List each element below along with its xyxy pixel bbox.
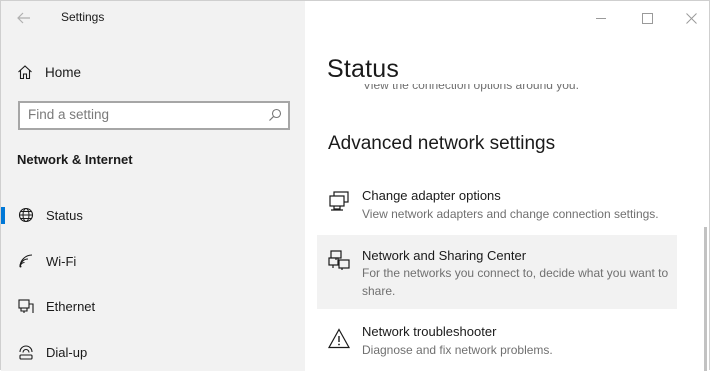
ethernet-icon [18,299,34,313]
back-button[interactable] [11,5,37,31]
change-adapter-options-link[interactable]: Change adapter options View network adap… [317,179,677,229]
back-arrow-icon [17,12,30,24]
globe-icon [18,207,34,223]
sidebar-item-label: Dial-up [46,345,88,360]
item-title: Network troubleshooter [362,324,497,339]
settings-window: Settings Home Network & Internet Status … [0,0,710,371]
maximize-button[interactable] [627,5,667,31]
search-box[interactable] [18,101,290,130]
main-panel: Status View the connection options aroun… [305,1,709,371]
sidebar-item-label: Ethernet [46,299,96,314]
sidebar-item-label: Status [46,208,83,223]
search-icon[interactable] [268,108,282,122]
partially-hidden-text-content: View the connection options around you. [363,84,579,92]
home-link[interactable]: Home [17,59,81,85]
close-button[interactable] [671,5,709,31]
home-icon [18,65,32,80]
adapter-icon [329,191,349,211]
scrollbar[interactable] [704,227,707,371]
sidebar-item-ethernet[interactable]: Ethernet [1,288,305,324]
sidebar-item-dial-up[interactable]: Dial-up [1,334,305,370]
item-description: Diagnose and fix network problems. [362,343,553,357]
minimize-icon [596,18,606,19]
home-label: Home [45,64,82,80]
maximize-icon [641,12,653,24]
sidebar-item-status[interactable]: Status [1,197,305,233]
partially-hidden-text: View the connection options around you. [363,84,579,93]
section-title: Network & Internet [17,152,133,167]
page-title: Status [327,55,400,83]
item-description: View network adapters and change connect… [362,207,659,221]
search-input[interactable] [28,107,258,122]
wifi-icon [19,254,33,268]
sidebar-item-label: Wi-Fi [46,254,77,269]
minimize-button[interactable] [581,5,621,31]
selected-indicator [1,207,5,224]
warning-icon [327,328,351,349]
sidebar: Settings Home Network & Internet Status … [1,1,305,371]
item-title: Change adapter options [362,188,501,203]
network-troubleshooter-link[interactable]: Network troubleshooter Diagnose and fix … [317,315,677,365]
window-title: Settings [61,10,105,24]
dial-up-icon [19,345,33,360]
item-description: For the networks you connect to, decide … [362,266,669,298]
advanced-settings-heading: Advanced network settings [328,133,556,154]
network-sharing-center-link[interactable]: Network and Sharing Center For the netwo… [317,235,677,309]
close-icon [685,12,697,24]
sharing-center-icon [328,250,350,270]
item-title: Network and Sharing Center [362,248,527,263]
sidebar-item-wifi[interactable]: Wi-Fi [1,243,305,279]
